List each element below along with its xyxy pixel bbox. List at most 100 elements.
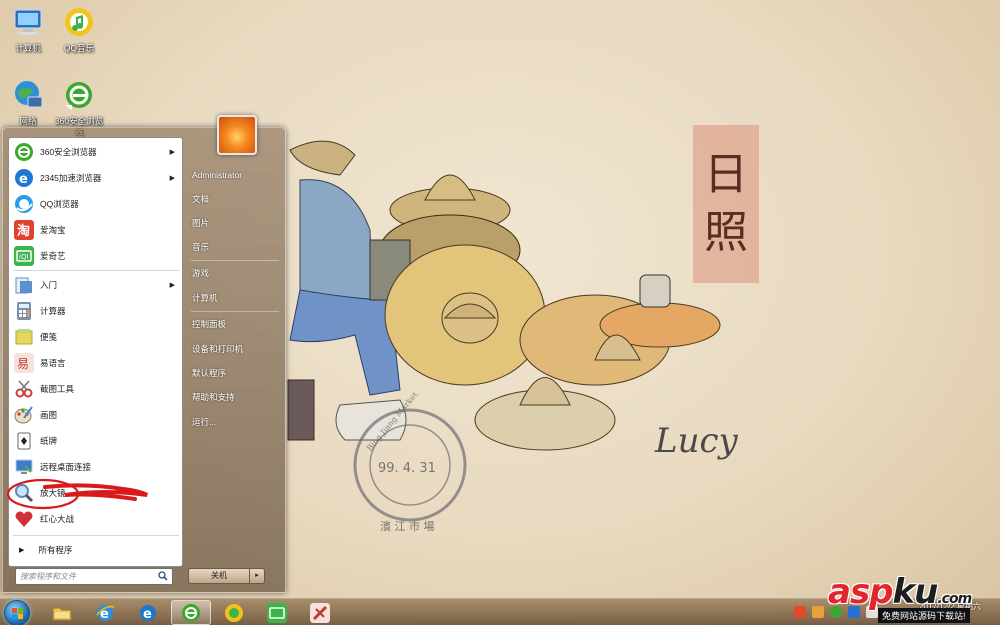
start-item-solitaire[interactable]: 纸牌 <box>11 428 181 453</box>
all-programs-button[interactable]: ▶ 所有程序 <box>11 539 181 561</box>
360-browser-icon <box>65 82 92 110</box>
desktop-icon-label: 计算机 <box>15 43 41 53</box>
start-item-label: 爱奇艺 <box>40 250 66 261</box>
start-item-label: 爱淘宝 <box>40 224 66 235</box>
paint-icon <box>14 405 33 423</box>
iqiyi-icon <box>267 602 287 623</box>
sticky-notes-icon <box>15 328 33 344</box>
taskbar-qq-music[interactable] <box>214 600 254 625</box>
start-item-getting-started[interactable]: 入门 ▶ <box>11 272 181 297</box>
taskbar-iqiyi[interactable] <box>257 600 297 625</box>
eyuyan-icon <box>310 602 330 623</box>
shutdown-options-arrow-icon[interactable]: ▸ <box>250 568 265 584</box>
svg-text:易: 易 <box>17 357 29 371</box>
right-link-pictures[interactable]: 图片 <box>189 213 281 233</box>
start-item-label: QQ浏览器 <box>40 198 79 209</box>
start-item-label: 入门 <box>40 279 58 290</box>
tray-alert-icon[interactable] <box>812 606 824 618</box>
start-item-snipping-tool[interactable]: 截图工具 <box>11 376 181 401</box>
all-programs-label: 所有程序 <box>38 545 73 555</box>
watermark-logo-part1: asp <box>828 572 894 612</box>
start-item-2345-browser[interactable]: e 2345加速浏览器 ▶ <box>11 165 181 190</box>
right-link-run[interactable]: 运行... <box>189 412 281 432</box>
start-item-iqiyi[interactable]: iQI 爱奇艺 <box>11 243 181 268</box>
desktop-icon-label: QQ音乐 <box>63 43 95 53</box>
submenu-arrow-icon[interactable]: ▶ <box>170 174 175 182</box>
artist-signature: Lucy <box>654 421 739 461</box>
start-menu: 360安全浏览器 ▶ e 2345加速浏览器 ▶ QQ浏览器 淘 爱淘宝 iQI… <box>2 115 286 593</box>
red-scribble-annotation <box>6 478 148 510</box>
shutdown-button[interactable]: 关机 <box>188 568 250 584</box>
start-item-calculator[interactable]: 计算器 <box>11 298 181 323</box>
taobao-icon: 淘 <box>14 219 34 240</box>
submenu-arrow-icon[interactable]: ▶ <box>170 281 175 289</box>
start-item-taobao[interactable]: 淘 爱淘宝 <box>11 217 181 242</box>
right-link-games[interactable]: 游戏 <box>189 263 281 283</box>
taskbar-explorer[interactable] <box>42 600 82 625</box>
submenu-arrow-icon[interactable]: ▶ <box>170 148 175 156</box>
menu-separator <box>13 535 179 536</box>
ie-icon: e <box>96 604 115 622</box>
2345-browser-icon: e <box>15 168 33 187</box>
desktop-icon-network[interactable]: 网络 <box>0 79 56 127</box>
start-item-remote-desktop[interactable]: 远程桌面连接 <box>11 454 181 479</box>
right-link-devices-printers[interactable]: 设备和打印机 <box>189 339 281 359</box>
start-item-label: 纸牌 <box>40 435 58 446</box>
start-item-360-browser[interactable]: 360安全浏览器 ▶ <box>11 139 181 164</box>
computer-icon <box>14 9 42 35</box>
right-link-music[interactable]: 音乐 <box>189 237 281 257</box>
folder-icon <box>52 607 72 620</box>
start-item-paint[interactable]: 画图 <box>11 402 181 427</box>
search-placeholder: 搜索程序和文件 <box>20 572 76 581</box>
solitaire-icon <box>17 432 31 449</box>
360-browser-icon <box>15 142 33 161</box>
desktop-icon-qq-music[interactable]: QQ音乐 <box>51 6 107 54</box>
taskbar-ie[interactable]: e <box>85 600 125 625</box>
start-item-label: 截图工具 <box>40 383 75 394</box>
hearts-icon <box>15 511 33 527</box>
right-link-control-panel[interactable]: 控制面板 <box>189 314 281 334</box>
right-link-computer[interactable]: 计算机 <box>189 288 281 308</box>
start-item-label: 便笺 <box>40 331 58 342</box>
qq-music-icon <box>65 8 93 36</box>
desktop-icon-computer[interactable]: 计算机 <box>0 6 56 54</box>
taskbar-360-browser[interactable] <box>171 600 211 625</box>
start-button[interactable] <box>4 600 30 625</box>
360-browser-icon <box>182 603 200 622</box>
svg-text:e: e <box>143 607 152 622</box>
start-item-label: 计算器 <box>40 305 66 316</box>
start-item-label: 2345加速浏览器 <box>40 172 102 183</box>
start-search-input[interactable]: 搜索程序和文件 <box>15 568 173 585</box>
right-link-documents[interactable]: 文档 <box>189 189 281 209</box>
start-item-label: 远程桌面连接 <box>40 461 92 472</box>
ie-blue-icon: e <box>140 604 156 622</box>
watermark-logo-part2: ku <box>892 572 939 612</box>
watermark-logo: aspku.com <box>828 572 972 612</box>
taskbar-eyuyan[interactable] <box>300 600 340 625</box>
watermark-subtitle: 免费网站源码下载站! <box>878 608 970 623</box>
start-item-eyuyan[interactable]: 易 易语言 <box>11 350 181 375</box>
right-link-help-support[interactable]: 帮助和支持 <box>189 387 281 407</box>
right-link-user[interactable]: Administrator <box>189 165 281 185</box>
title-char-2: 照 <box>704 207 748 258</box>
svg-text:iQI: iQI <box>19 253 29 261</box>
watermark-logo-part3: .com <box>937 591 972 607</box>
calculator-icon <box>17 301 31 320</box>
title-char-1: 日 <box>704 149 748 200</box>
remote-desktop-icon <box>15 459 33 474</box>
wallpaper-title-seal: 日 照 <box>693 125 759 283</box>
start-item-sticky-notes[interactable]: 便笺 <box>11 324 181 349</box>
tray-app-icon[interactable] <box>794 606 806 618</box>
start-item-label: 画图 <box>40 409 58 420</box>
right-link-default-programs[interactable]: 默认程序 <box>189 363 281 383</box>
user-avatar[interactable] <box>217 115 257 155</box>
search-icon[interactable] <box>158 571 168 581</box>
menu-separator <box>191 260 279 261</box>
taskbar-ie-blue[interactable]: e <box>128 600 168 625</box>
start-item-label: 易语言 <box>40 357 66 368</box>
start-item-label: 红心大战 <box>40 513 75 524</box>
start-item-qq-browser[interactable]: QQ浏览器 <box>11 191 181 216</box>
qq-music-icon <box>225 603 243 622</box>
stamp-bottom-text: 濱 江 市 場 <box>380 519 435 533</box>
stamp-date: 99. 4. 31 <box>378 461 436 476</box>
